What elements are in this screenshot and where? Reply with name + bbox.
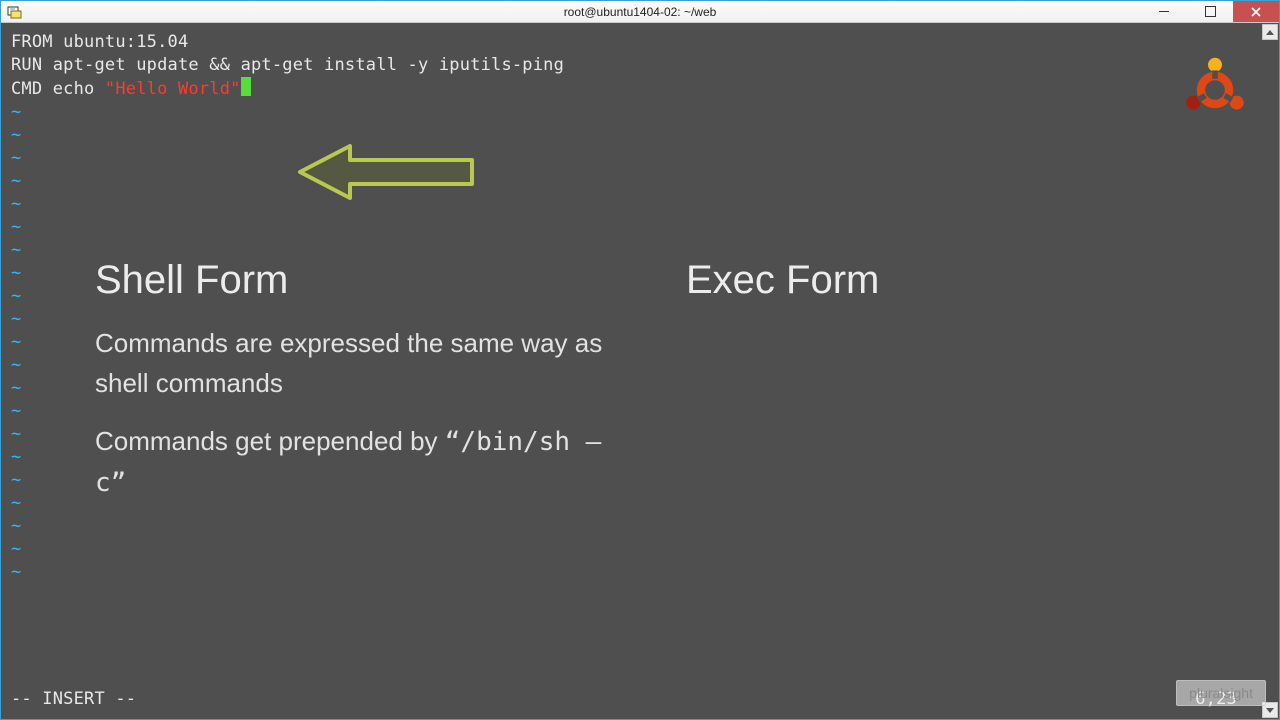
exec-form-column: Exec Form — [686, 258, 1106, 323]
code-line: FROM ubuntu:15.04 — [11, 31, 1269, 54]
vim-tilde: ~ — [11, 561, 1269, 584]
vim-tilde: ~ — [11, 147, 1269, 170]
scrollbar-up-button[interactable] — [1262, 24, 1278, 40]
vim-tilde: ~ — [11, 124, 1269, 147]
close-button[interactable] — [1233, 1, 1279, 22]
shell-form-heading: Shell Form — [95, 258, 615, 303]
text-span: Commands get prepended by — [95, 426, 445, 456]
vim-tilde: ~ — [11, 170, 1269, 193]
titlebar: root@ubuntu1404-02: ~/web — [1, 1, 1279, 23]
maximize-button[interactable] — [1187, 1, 1233, 22]
code-line: CMD echo "Hello World" — [11, 77, 1269, 101]
window-title: root@ubuntu1404-02: ~/web — [564, 5, 717, 19]
cursor — [241, 77, 251, 96]
code-line: RUN apt-get update && apt-get install -y… — [11, 54, 1269, 77]
shell-form-description-2: Commands get prepended by “/bin/sh –c” — [95, 421, 615, 503]
minimize-button[interactable] — [1141, 1, 1187, 22]
putty-app-icon — [7, 4, 23, 20]
shell-form-column: Shell Form Commands are expressed the sa… — [95, 258, 615, 521]
shell-form-description-1: Commands are expressed the same way as s… — [95, 323, 615, 403]
code-string: "Hello World" — [105, 79, 241, 99]
vim-mode-indicator: -- INSERT -- — [11, 688, 136, 711]
arrow-annotation-icon — [290, 140, 480, 204]
ubuntu-logo-icon — [1180, 55, 1250, 125]
code-text: CMD echo — [11, 79, 105, 99]
window-controls — [1141, 1, 1279, 22]
vim-tilde: ~ — [11, 193, 1269, 216]
exec-form-heading: Exec Form — [686, 258, 1106, 303]
vim-tilde: ~ — [11, 538, 1269, 561]
pluralsight-watermark: pluralsight — [1176, 680, 1266, 706]
vim-tilde: ~ — [11, 101, 1269, 124]
vim-tilde: ~ — [11, 216, 1269, 239]
